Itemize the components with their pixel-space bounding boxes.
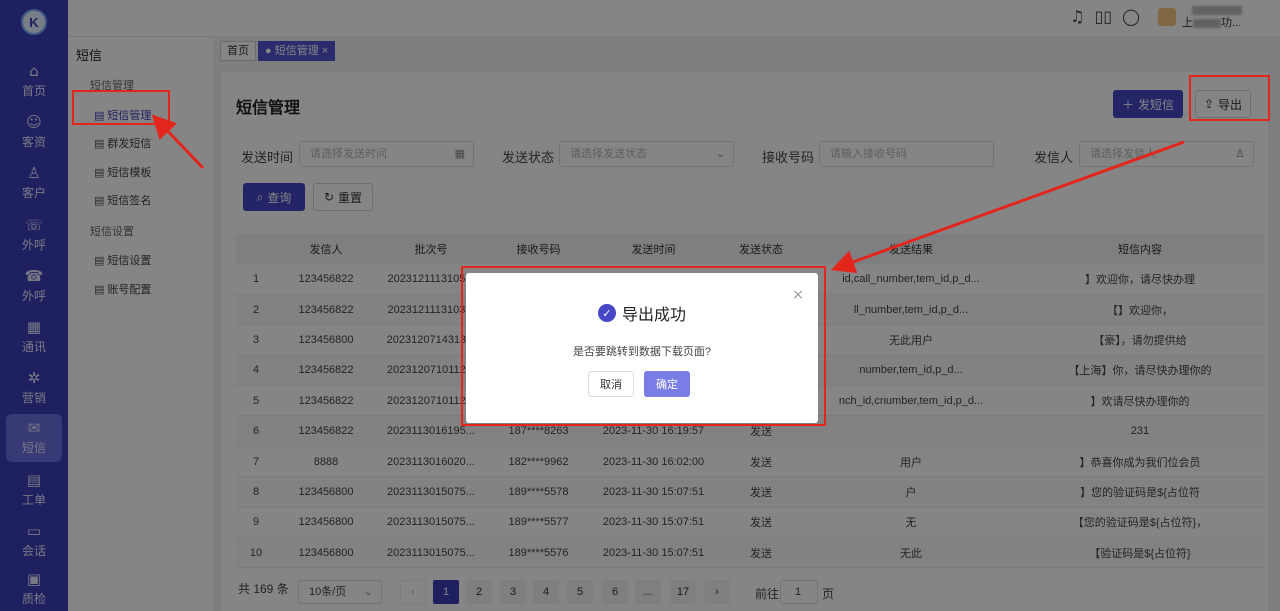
arrow-to-dialog: [830, 140, 1185, 274]
arrow-to-menu: [151, 114, 205, 170]
annotation-arrows: [151, 114, 1185, 274]
